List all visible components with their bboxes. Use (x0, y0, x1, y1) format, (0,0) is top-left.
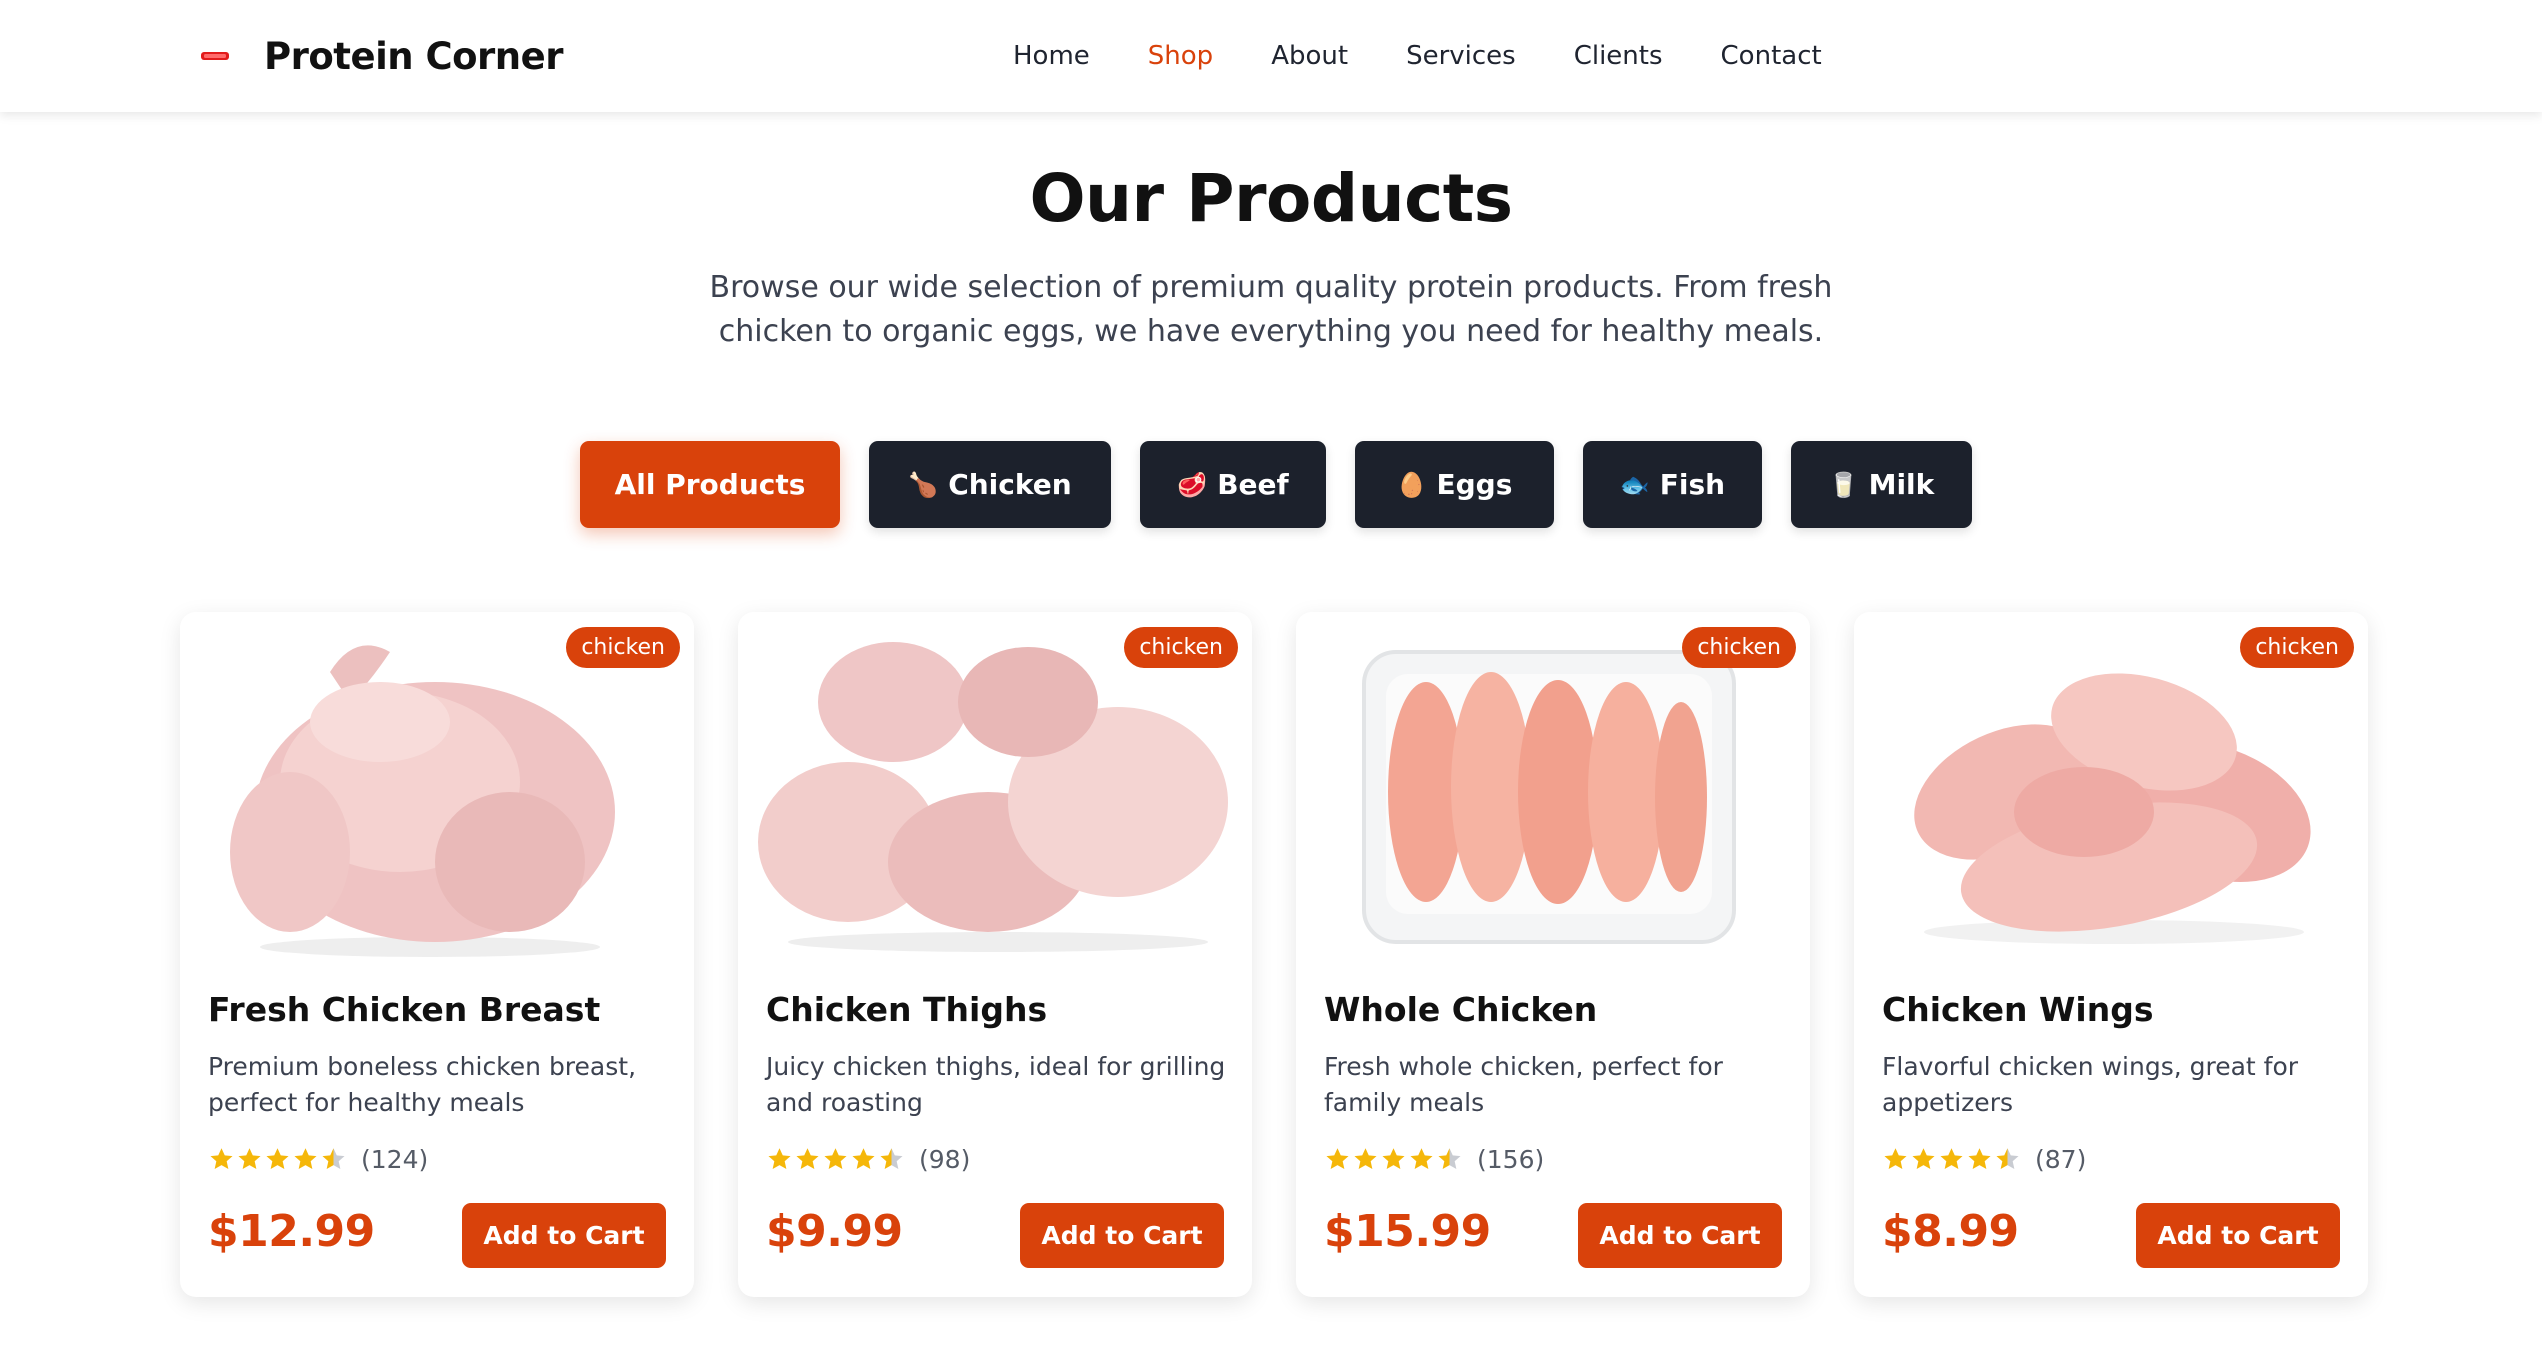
review-count: (156) (1477, 1145, 1545, 1174)
product-rating: (124) (208, 1145, 428, 1174)
filter-label: Milk (1868, 468, 1935, 501)
product-description: Fresh whole chicken, perfect for family … (1324, 1052, 1723, 1117)
raw-chicken-fillets-image[interactable]: chicken (1854, 612, 2368, 957)
nav-shop[interactable]: Shop (1148, 41, 1213, 71)
star-full-icon (1382, 1148, 1405, 1169)
category-badge: chicken (1124, 627, 1238, 668)
add-to-cart-button[interactable]: Add to Cart (462, 1203, 666, 1268)
star-full-icon (210, 1148, 233, 1169)
star-full-icon (1354, 1148, 1377, 1169)
drumstick-icon: 🍗 (908, 470, 939, 499)
product-card[interactable]: chicken Fresh Chicken Breast Premium bon… (180, 612, 694, 1297)
product-description: Premium boneless chicken breast, perfect… (208, 1052, 637, 1117)
review-count: (98) (919, 1145, 971, 1174)
page-title: Our Products (1029, 160, 1513, 237)
packaged-chicken-breasts-image[interactable]: chicken (1296, 612, 1810, 957)
star-half-icon (880, 1148, 903, 1169)
steak-icon: 🥩 (1177, 470, 1208, 499)
whole-raw-chicken-image[interactable]: chicken (180, 612, 694, 957)
product-name[interactable]: Chicken Thighs (766, 990, 1047, 1029)
filter-label: Fish (1659, 468, 1726, 501)
filter-label: Eggs (1436, 468, 1513, 501)
star-full-icon (1884, 1148, 1907, 1169)
product-name[interactable]: Chicken Wings (1882, 990, 2153, 1029)
filter-all-products[interactable]: All Products (580, 441, 840, 528)
star-full-icon (238, 1148, 261, 1169)
star-full-icon (852, 1148, 875, 1169)
filter-label: All Products (614, 468, 806, 501)
product-card[interactable]: chicken Chicken Thighs Juicy chicken thi… (738, 612, 1252, 1297)
product-rating: (98) (766, 1145, 970, 1174)
brand-name: Protein Corner (264, 34, 563, 78)
star-half-icon (322, 1148, 345, 1169)
product-grid: chicken Fresh Chicken Breast Premium bon… (180, 612, 2368, 1297)
filter-label: Chicken (948, 468, 1072, 501)
star-full-icon (768, 1148, 791, 1169)
star-rating (766, 1146, 905, 1173)
milk-glass-icon: 🥛 (1828, 470, 1859, 499)
star-full-icon (796, 1148, 819, 1169)
product-description: Juicy chicken thighs, ideal for grilling… (766, 1052, 1226, 1117)
filter-eggs[interactable]: 🥚 Eggs (1355, 441, 1554, 528)
filter-label: Beef (1217, 468, 1289, 501)
add-to-cart-button[interactable]: Add to Cart (1578, 1203, 1782, 1268)
category-filters: All Products 🍗 Chicken 🥩 Beef 🥚 Eggs 🐟 F… (580, 441, 1972, 528)
product-card[interactable]: chicken Chicken Wings Flavorful chicken … (1854, 612, 2368, 1297)
nav-home[interactable]: Home (1013, 41, 1090, 71)
nav-about[interactable]: About (1271, 41, 1348, 71)
site-header: Protein Corner Home Shop About Services … (0, 0, 2542, 112)
protein-logo-icon (200, 48, 230, 64)
product-name[interactable]: Fresh Chicken Breast (208, 990, 600, 1029)
main-nav: Home Shop About Services Clients Contact (1013, 0, 1822, 112)
category-badge: chicken (1682, 627, 1796, 668)
product-price: $8.99 (1882, 1206, 2019, 1257)
product-description: Flavorful chicken wings, great for appet… (1882, 1052, 2299, 1117)
product-name[interactable]: Whole Chicken (1324, 990, 1597, 1029)
add-to-cart-button[interactable]: Add to Cart (2136, 1203, 2340, 1268)
star-full-icon (294, 1148, 317, 1169)
egg-icon: 🥚 (1396, 470, 1427, 499)
product-rating: (87) (1882, 1145, 2086, 1174)
nav-contact[interactable]: Contact (1721, 41, 1822, 71)
product-price: $15.99 (1324, 1206, 1491, 1257)
review-count: (87) (2035, 1145, 2087, 1174)
star-rating (208, 1146, 347, 1173)
raw-chicken-thighs-image[interactable]: chicken (738, 612, 1252, 957)
category-badge: chicken (566, 627, 680, 668)
filter-fish[interactable]: 🐟 Fish (1583, 441, 1762, 528)
nav-clients[interactable]: Clients (1574, 41, 1663, 71)
star-full-icon (1912, 1148, 1935, 1169)
page-subtitle: Browse our wide selection of premium qua… (709, 270, 1833, 349)
star-full-icon (1968, 1148, 1991, 1169)
product-card[interactable]: chicken Whole Chicken Fresh whole chicke… (1296, 612, 1810, 1297)
nav-services[interactable]: Services (1406, 41, 1516, 71)
filter-beef[interactable]: 🥩 Beef (1140, 441, 1326, 528)
star-full-icon (1940, 1148, 1963, 1169)
star-full-icon (1326, 1148, 1349, 1169)
star-rating (1324, 1146, 1463, 1173)
product-rating: (156) (1324, 1145, 1544, 1174)
star-full-icon (266, 1148, 289, 1169)
star-half-icon (1996, 1148, 2019, 1169)
brand-logo[interactable]: Protein Corner (200, 30, 563, 82)
star-rating (1882, 1146, 2021, 1173)
star-full-icon (1410, 1148, 1433, 1169)
add-to-cart-button[interactable]: Add to Cart (1020, 1203, 1224, 1268)
category-badge: chicken (2240, 627, 2354, 668)
filter-milk[interactable]: 🥛 Milk (1791, 441, 1972, 528)
product-price: $9.99 (766, 1206, 903, 1257)
star-half-icon (1438, 1148, 1461, 1169)
product-price: $12.99 (208, 1206, 375, 1257)
star-full-icon (824, 1148, 847, 1169)
fish-icon: 🐟 (1619, 470, 1650, 499)
review-count: (124) (361, 1145, 429, 1174)
filter-chicken[interactable]: 🍗 Chicken (869, 441, 1111, 528)
